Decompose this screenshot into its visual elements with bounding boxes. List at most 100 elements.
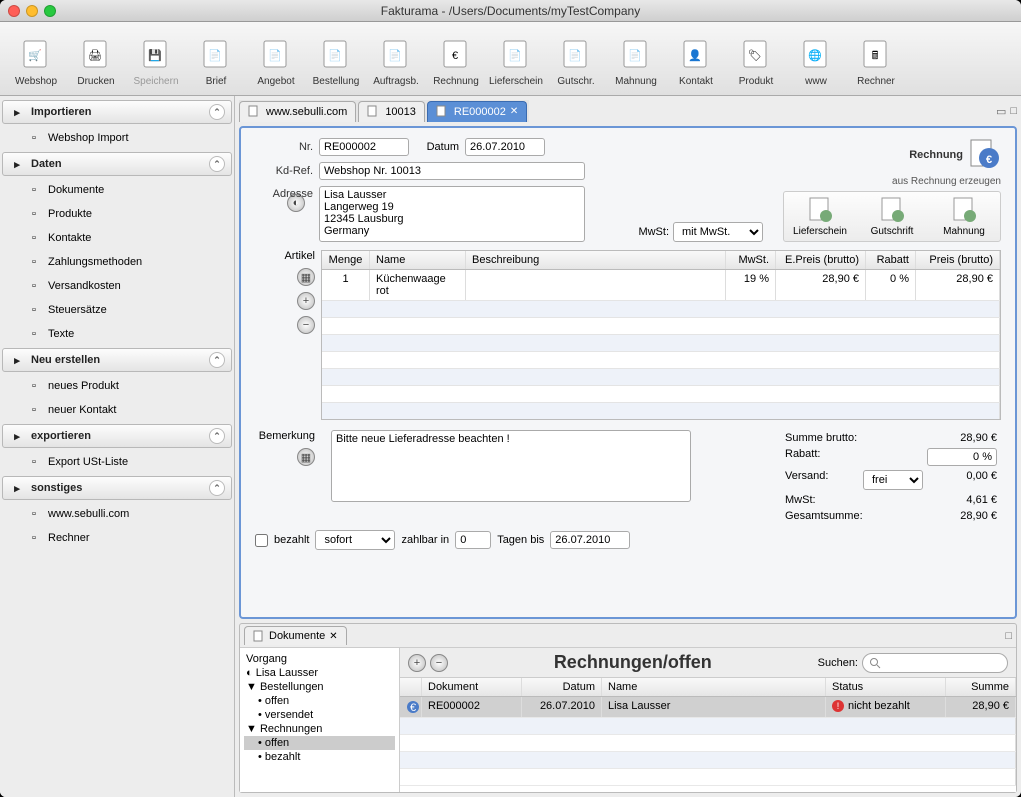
sidebar: ▸Importieren⌃▫Webshop Import▸Daten⌃▫Doku… <box>0 96 235 797</box>
sidebar-item-kontakte[interactable]: ▫Kontakte <box>2 226 232 250</box>
tab-10013[interactable]: 10013 <box>358 101 425 122</box>
document-row[interactable] <box>400 718 1016 735</box>
tree-node-bestellungen[interactable]: ▼ Bestellungen <box>244 680 395 694</box>
search-input[interactable] <box>881 655 1001 671</box>
chevron-up-icon[interactable]: ⌃ <box>209 104 225 120</box>
tree-node-offen[interactable]: • offen <box>244 694 395 708</box>
toolbar-brief[interactable]: 📄Brief <box>188 26 244 91</box>
document-row[interactable] <box>400 752 1016 769</box>
documents-panel: Dokumente ✕ □ Vorgang◐ Lisa Lausser▼ Bes… <box>239 623 1017 793</box>
add-row-icon[interactable]: + <box>297 292 315 310</box>
tab-RE000002[interactable]: RE000002✕ <box>427 101 527 122</box>
gen-gutschrift[interactable]: Gutschrift <box>860 196 924 237</box>
toolbar-rechnung[interactable]: €Rechnung <box>428 26 484 91</box>
sidebar-item-steuersätze[interactable]: ▫Steuersätze <box>2 298 232 322</box>
toolbar-bestellung[interactable]: 📄Bestellung <box>308 26 364 91</box>
toolbar-drucken[interactable]: 🖨Drucken <box>68 26 124 91</box>
chevron-up-icon[interactable]: ⌃ <box>209 156 225 172</box>
toolbar-mahnung[interactable]: 📄Mahnung <box>608 26 664 91</box>
panel-maximize-icon[interactable]: □ <box>1005 630 1012 642</box>
lieferschein-icon <box>806 196 834 224</box>
toolbar-rechner[interactable]: 🖩Rechner <box>848 26 904 91</box>
toolbar-kontakt[interactable]: 👤Kontakt <box>668 26 724 91</box>
tree-node-offen[interactable]: • offen <box>244 736 395 750</box>
auftragsb.-icon: 📄 <box>377 36 415 74</box>
kdref-input[interactable] <box>319 162 585 180</box>
document-row[interactable] <box>400 769 1016 786</box>
tagen-date-input[interactable] <box>550 531 630 549</box>
search-box[interactable] <box>862 653 1008 673</box>
minimize-icon[interactable]: ▭ <box>996 105 1006 118</box>
sidebar-item-neuer-kontakt[interactable]: ▫neuer Kontakt <box>2 398 232 422</box>
tab-www.sebulli.com[interactable]: www.sebulli.com <box>239 101 356 122</box>
toolbar-webshop[interactable]: 🛒Webshop <box>8 26 64 91</box>
section-neu erstellen[interactable]: ▸Neu erstellen⌃ <box>2 348 232 372</box>
tree-node-bezahlt[interactable]: • bezahlt <box>244 750 395 764</box>
datum-input[interactable] <box>465 138 545 156</box>
maximize-icon[interactable]: □ <box>1010 105 1017 118</box>
section-importieren[interactable]: ▸Importieren⌃ <box>2 100 232 124</box>
item-icon: ▫ <box>26 378 42 394</box>
nr-input[interactable] <box>319 138 409 156</box>
section-daten[interactable]: ▸Daten⌃ <box>2 152 232 176</box>
chevron-up-icon[interactable]: ⌃ <box>209 480 225 496</box>
tree-remove-icon[interactable]: − <box>430 654 448 672</box>
document-row[interactable]: €RE00000226.07.2010Lisa Lausser!nicht be… <box>400 697 1016 718</box>
article-row[interactable] <box>322 403 1000 420</box>
bemerkung-input[interactable] <box>331 430 691 502</box>
article-row[interactable] <box>322 335 1000 352</box>
rabatt-input[interactable] <box>927 448 997 466</box>
toolbar-produkt[interactable]: 🏷Produkt <box>728 26 784 91</box>
zahlbar-days-input[interactable] <box>455 531 491 549</box>
close-tab-icon[interactable]: ✕ <box>510 106 518 117</box>
remove-row-icon[interactable]: − <box>297 316 315 334</box>
document-row[interactable] <box>400 735 1016 752</box>
article-row[interactable] <box>322 369 1000 386</box>
documents-title: Rechnungen/offen <box>448 652 818 673</box>
sidebar-item-produkte[interactable]: ▫Produkte <box>2 202 232 226</box>
sidebar-item-dokumente[interactable]: ▫Dokumente <box>2 178 232 202</box>
bemerkung-template-icon[interactable]: ▦ <box>297 448 315 466</box>
article-row[interactable] <box>322 318 1000 335</box>
versand-select[interactable]: frei <box>863 470 923 490</box>
nr-label: Nr. <box>255 141 313 153</box>
sidebar-item-versandkosten[interactable]: ▫Versandkosten <box>2 274 232 298</box>
chevron-up-icon[interactable]: ⌃ <box>209 352 225 368</box>
bezahlt-select[interactable]: sofort <box>315 530 395 550</box>
generate-actions: LieferscheinGutschriftMahnung <box>783 191 1001 242</box>
mwst-select[interactable]: mit MwSt. <box>673 222 763 242</box>
toolbar-auftragsb.[interactable]: 📄Auftragsb. <box>368 26 424 91</box>
article-row[interactable] <box>322 301 1000 318</box>
sidebar-item-neues-produkt[interactable]: ▫neues Produkt <box>2 374 232 398</box>
add-from-catalog-icon[interactable]: ▦ <box>297 268 315 286</box>
article-row[interactable] <box>322 352 1000 369</box>
tree-node-rechnungen[interactable]: ▼ Rechnungen <box>244 722 395 736</box>
gen-mahnung[interactable]: Mahnung <box>932 196 996 237</box>
angebot-icon: 📄 <box>257 36 295 74</box>
sidebar-item-zahlungsmethoden[interactable]: ▫Zahlungsmethoden <box>2 250 232 274</box>
article-row[interactable] <box>322 386 1000 403</box>
documents-tab[interactable]: Dokumente ✕ <box>244 626 347 645</box>
gen-lieferschein[interactable]: Lieferschein <box>788 196 852 237</box>
chevron-up-icon[interactable]: ⌃ <box>209 428 225 444</box>
tree-node-vorgang[interactable]: Vorgang <box>244 652 395 666</box>
toolbar-angebot[interactable]: 📄Angebot <box>248 26 304 91</box>
toolbar-lieferschein[interactable]: 📄Lieferschein <box>488 26 544 91</box>
article-row[interactable]: 1Küchenwaage rot19 %28,90 €0 %28,90 € <box>322 270 1000 301</box>
sidebar-item-rechner[interactable]: ▫Rechner <box>2 526 232 550</box>
svg-text:📄: 📄 <box>628 49 642 62</box>
section-sonstiges[interactable]: ▸sonstiges⌃ <box>2 476 232 500</box>
sidebar-item-texte[interactable]: ▫Texte <box>2 322 232 346</box>
toolbar-www[interactable]: 🌐www <box>788 26 844 91</box>
section-exportieren[interactable]: ▸exportieren⌃ <box>2 424 232 448</box>
sidebar-item-export-ust-liste[interactable]: ▫Export USt-Liste <box>2 450 232 474</box>
tree-node-lisa lausser[interactable]: ◐ Lisa Lausser <box>244 666 395 680</box>
adresse-input[interactable] <box>319 186 585 242</box>
tree-node-versendet[interactable]: • versendet <box>244 708 395 722</box>
toolbar-gutschr.[interactable]: 📄Gutschr. <box>548 26 604 91</box>
close-tab-icon[interactable]: ✕ <box>329 631 337 642</box>
sidebar-item-www.sebulli.com[interactable]: ▫www.sebulli.com <box>2 502 232 526</box>
sidebar-item-webshop-import[interactable]: ▫Webshop Import <box>2 126 232 150</box>
tree-add-icon[interactable]: + <box>408 654 426 672</box>
bezahlt-checkbox[interactable] <box>255 534 268 547</box>
